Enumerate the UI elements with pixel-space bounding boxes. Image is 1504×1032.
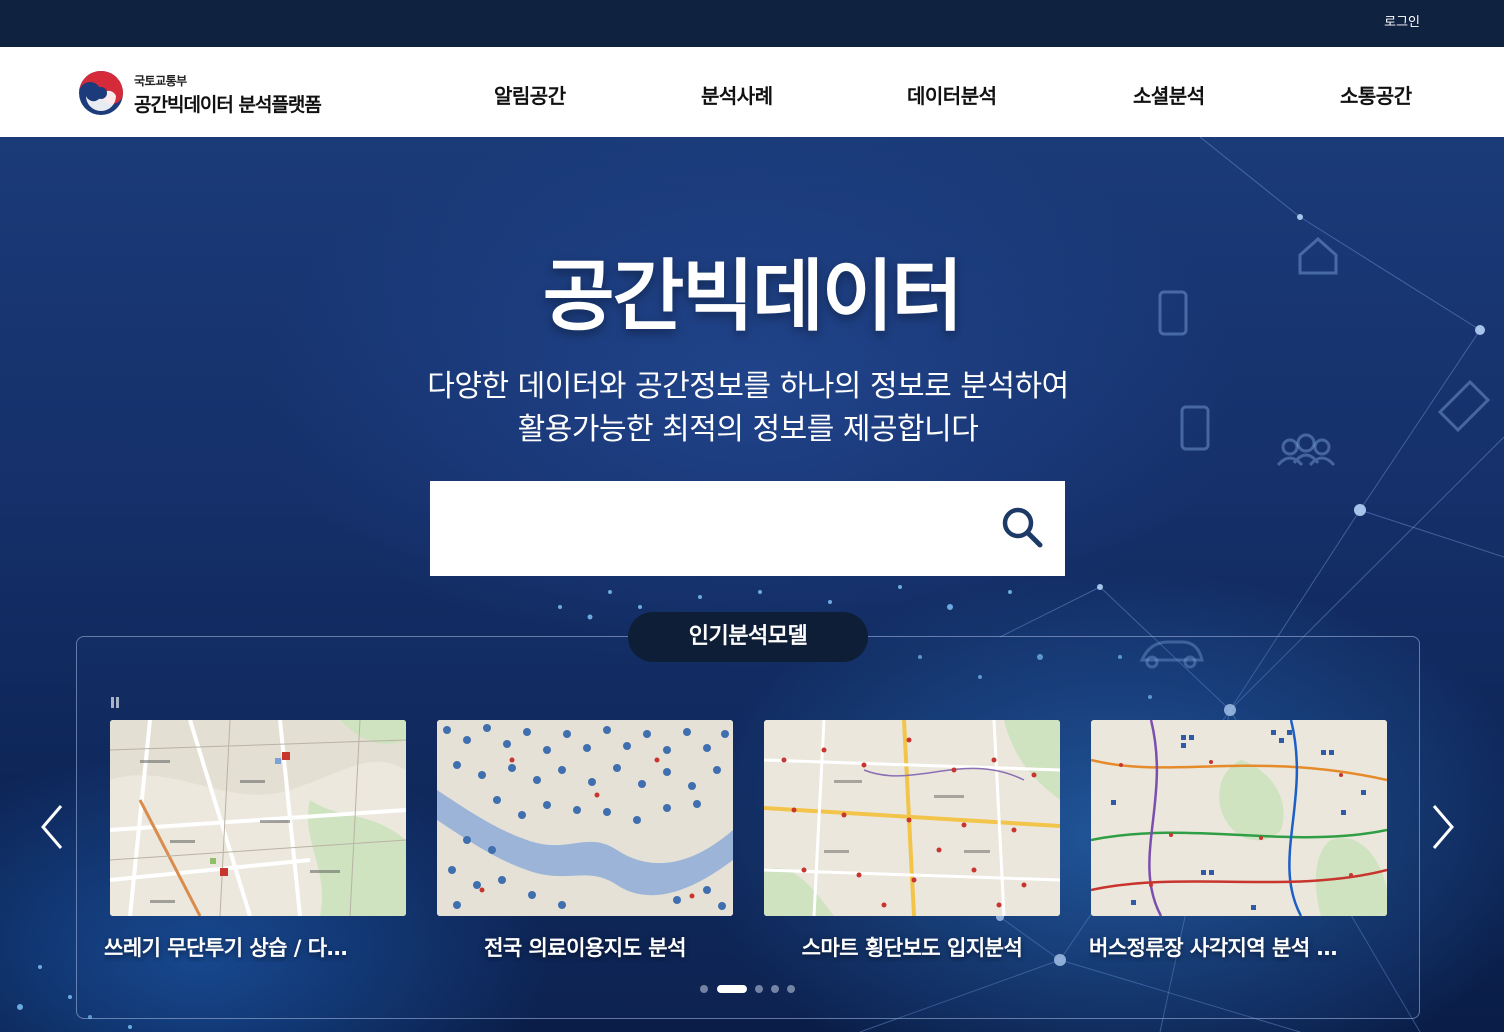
hero-title: 공간빅데이터 [542, 252, 964, 342]
nav-item-cases[interactable]: 분석사례 [701, 80, 773, 109]
pagination-dot[interactable] [755, 985, 763, 993]
nav-item-social-analysis[interactable]: 소셜분석 [1133, 80, 1205, 109]
model-card-title[interactable]: 버스정류장 사각지역 분석 … [1089, 932, 1385, 962]
hero-description: 다양한 데이터와 공간정보를 하나의 정보로 분석하여 활용가능한 최적의 정보… [0, 365, 1496, 451]
top-utility-bar: 로그인 [0, 0, 1504, 47]
pause-icon[interactable] [110, 697, 120, 709]
popular-models-label: 인기분석모델 [628, 612, 868, 662]
nav-item-data-analysis[interactable]: 데이터분석 [907, 80, 997, 109]
search-box [430, 481, 1065, 576]
taegeuk-emblem-icon [79, 71, 123, 115]
map-thumbnail [1091, 720, 1387, 916]
hero-description-line-2: 활용가능한 최적의 정보를 제공합니다 [517, 412, 979, 447]
model-card-bus-stop-blind-spot[interactable] [1091, 720, 1387, 916]
logo-ministry-name: 국토교통부 [134, 74, 187, 88]
search-icon[interactable] [1000, 505, 1046, 551]
search-input[interactable] [430, 481, 990, 576]
hero-description-line-1: 다양한 데이터와 공간정보를 하나의 정보로 분석하여 [427, 369, 1069, 404]
chevron-right-icon[interactable] [1428, 802, 1458, 852]
model-card-title[interactable]: 쓰레기 무단투기 상습 / 다… [104, 932, 400, 962]
logo-platform-name: 공간빅데이터 분석플랫폼 [134, 94, 322, 116]
map-thumbnail [437, 720, 733, 916]
chevron-left-icon[interactable] [37, 802, 67, 852]
pagination-dot[interactable] [787, 985, 795, 993]
model-card-medical-usage[interactable] [437, 720, 733, 916]
pagination-dot-active[interactable] [717, 985, 747, 993]
carousel-pagination [700, 985, 800, 993]
map-thumbnail [110, 720, 406, 916]
map-thumbnail [764, 720, 1060, 916]
nav-item-notice[interactable]: 알림공간 [494, 80, 566, 109]
model-card-illegal-dumping[interactable] [110, 720, 406, 916]
pagination-dot[interactable] [771, 985, 779, 993]
site-logo[interactable]: 국토교통부 공간빅데이터 분석플랫폼 [78, 69, 378, 117]
model-card-smart-crosswalk[interactable] [764, 720, 1060, 916]
site-header: 국토교통부 공간빅데이터 분석플랫폼 알림공간 분석사례 데이터분석 소셜분석 … [0, 47, 1504, 137]
pagination-dot[interactable] [700, 985, 708, 993]
model-card-title[interactable]: 스마트 횡단보도 입지분석 [764, 932, 1060, 962]
login-link[interactable]: 로그인 [1384, 11, 1420, 30]
nav-item-community[interactable]: 소통공간 [1340, 80, 1412, 109]
hero-section: 공간빅데이터 다양한 데이터와 공간정보를 하나의 정보로 분석하여 활용가능한… [0, 137, 1504, 1032]
model-card-title[interactable]: 전국 의료이용지도 분석 [437, 932, 733, 962]
